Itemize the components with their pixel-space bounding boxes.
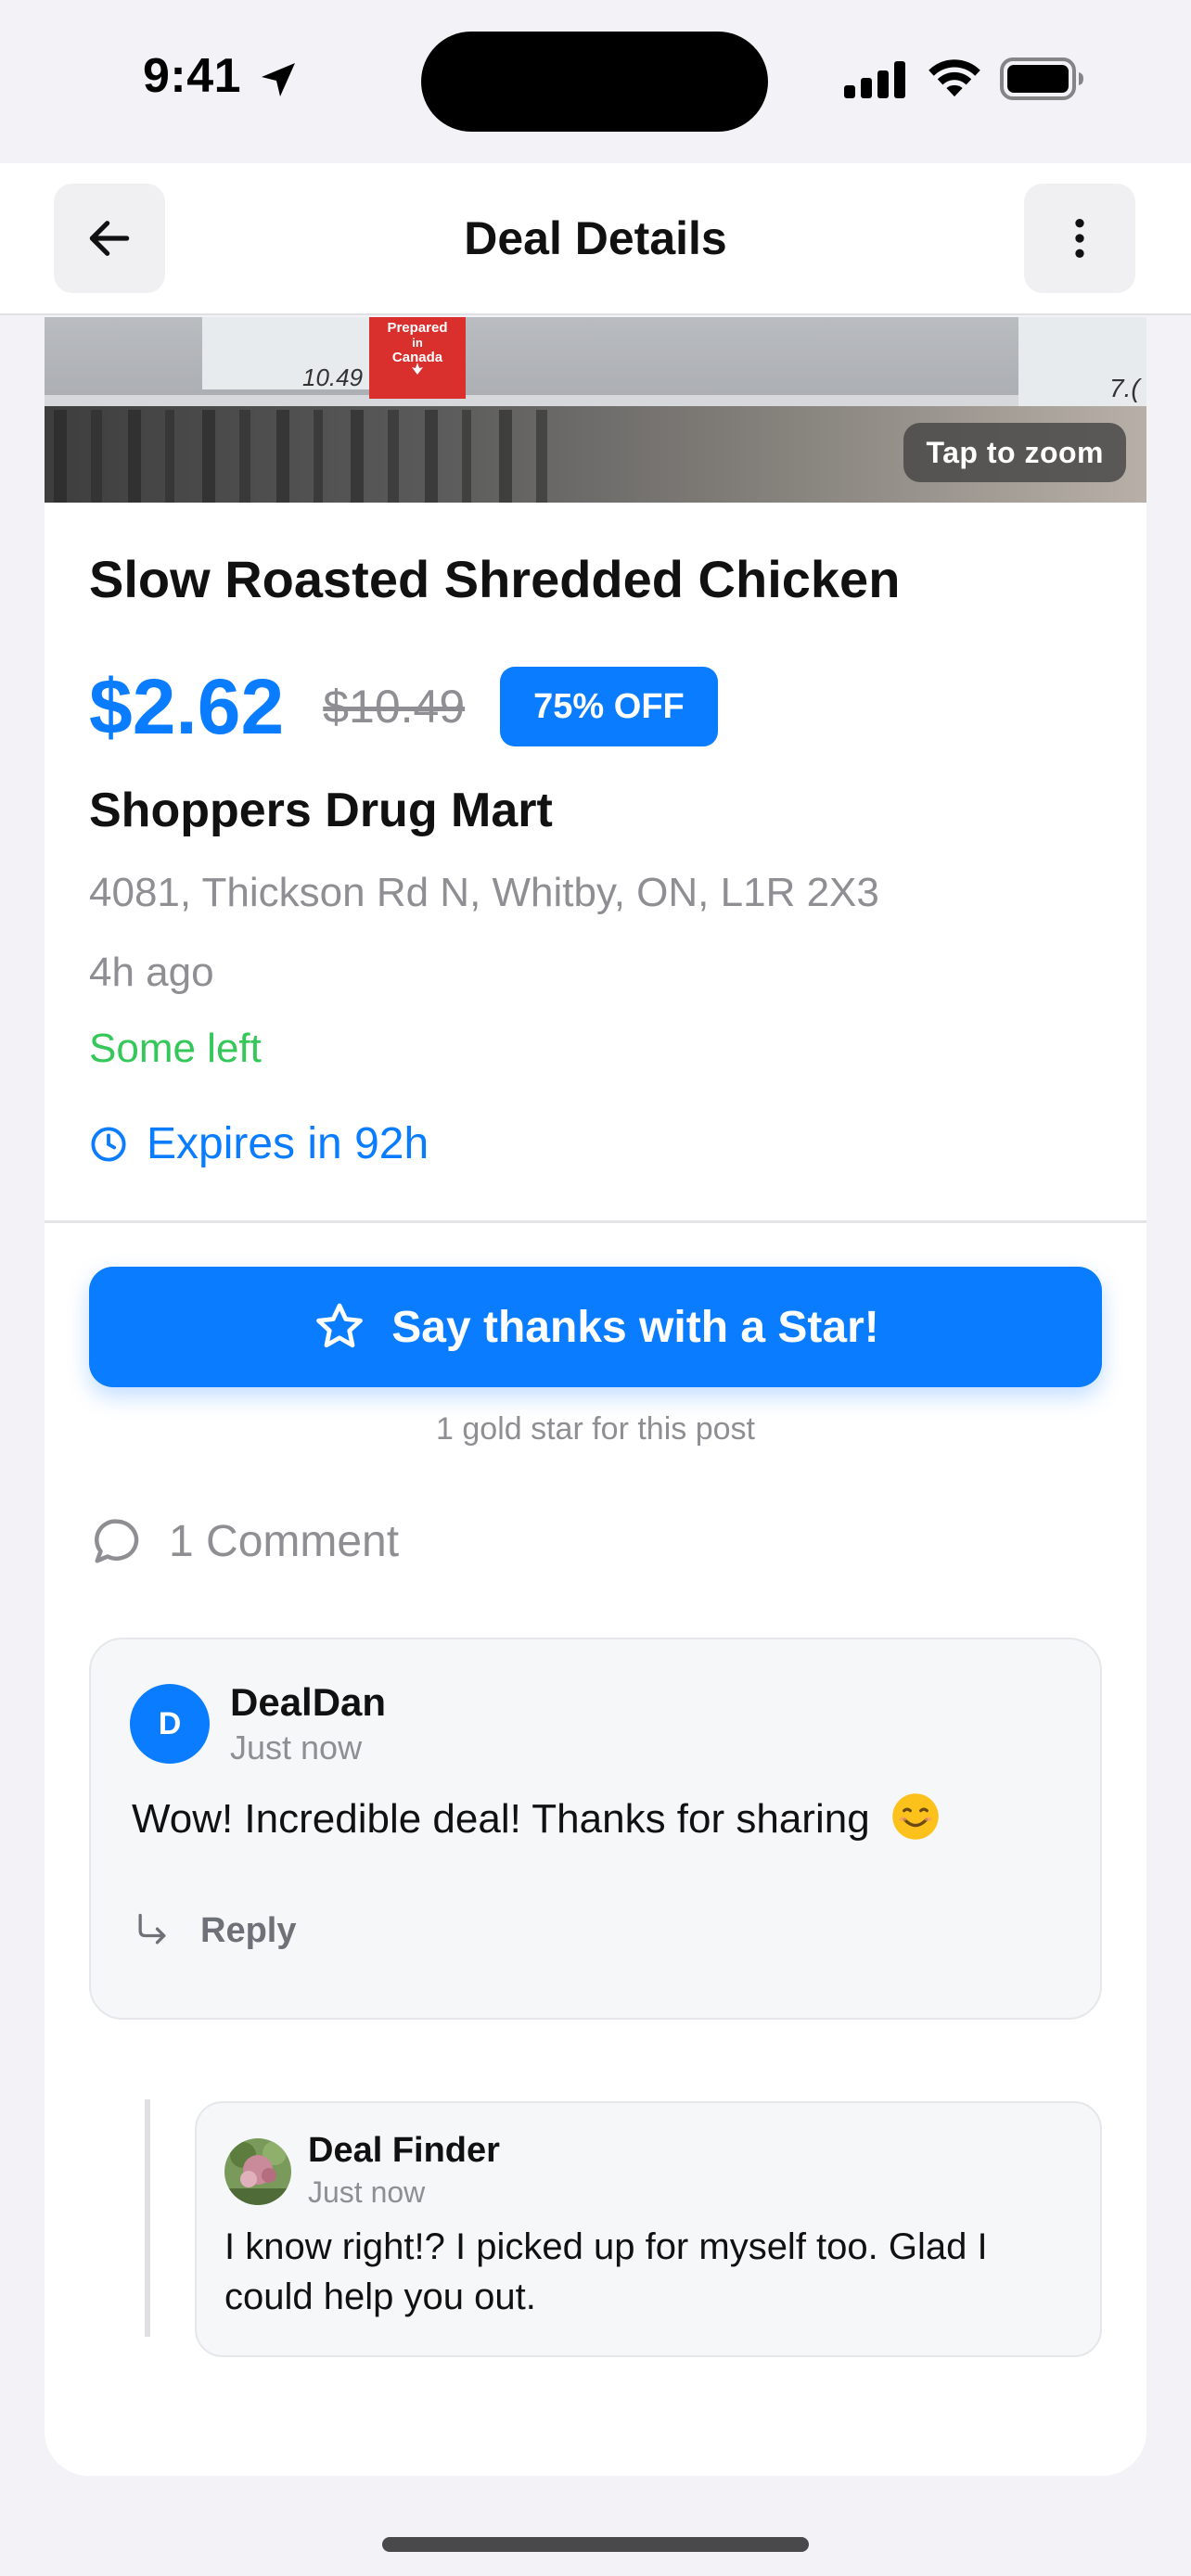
tag-price-right: 7.(: [1109, 374, 1142, 402]
cellular-signal-icon: [844, 61, 905, 98]
tag-canada-line1: Prepared: [387, 320, 447, 336]
location-arrow-icon: [262, 63, 295, 96]
reply-button[interactable]: Reply: [132, 1910, 296, 1951]
dynamic-island: [421, 32, 768, 132]
expiry-text: Expires in 92h: [147, 1119, 429, 1168]
nav-bar: Deal Details: [0, 163, 1191, 315]
price-row: $2.62 $10.49 75% OFF: [89, 651, 718, 762]
battery-icon: [1000, 57, 1083, 100]
star-button-label: Say thanks with a Star!: [391, 1302, 879, 1352]
avatar[interactable]: [224, 2138, 291, 2205]
reply-text: I know right!? I picked up for myself to…: [224, 2226, 988, 2317]
deal-card: 10.49 Prepared in Canada 7.( Tap to zoom…: [45, 317, 1146, 2476]
store-address[interactable]: 4081, Thickson Rd N, Whitby, ON, L1R 2X3: [89, 870, 879, 916]
comments-heading: 1 Comment: [89, 1513, 399, 1569]
tap-to-zoom-badge[interactable]: Tap to zoom: [903, 423, 1126, 482]
reply-card: Deal Finder Just now I know right!? I pi…: [195, 2101, 1102, 2357]
comment-bubble-icon: [95, 1519, 139, 1563]
page-title: Deal Details: [464, 212, 727, 264]
tag-canada-line3: Canada: [392, 350, 443, 365]
discount-badge: 75% OFF: [500, 667, 718, 746]
comments-count: 1 Comment: [169, 1516, 400, 1566]
smiling-face-emoji-icon: [892, 1793, 939, 1840]
more-vertical-icon: [1075, 219, 1084, 258]
more-options-button[interactable]: [1024, 184, 1135, 293]
reply-time: Just now: [308, 2175, 426, 2209]
star-outline-icon: [316, 1303, 364, 1348]
say-thanks-star-button[interactable]: Say thanks with a Star!: [89, 1267, 1102, 1387]
clock-icon: [91, 1126, 126, 1162]
reply-label: Reply: [200, 1910, 297, 1950]
posted-time: 4h ago: [89, 950, 214, 995]
avatar-photo-image: [224, 2138, 291, 2205]
home-indicator[interactable]: [382, 2537, 809, 2552]
avatar[interactable]: D: [130, 1684, 210, 1764]
comment-text: Wow! Incredible deal! Thanks for sharing: [132, 1796, 870, 1842]
reply-author[interactable]: Deal Finder: [308, 2131, 500, 2171]
expiry-row: Expires in 92h: [89, 1118, 429, 1169]
thread-line: [145, 2099, 150, 2337]
deal-title: Slow Roasted Shredded Chicken: [89, 550, 901, 608]
star-count-note: 1 gold star for this post: [436, 1411, 755, 1447]
deal-photo[interactable]: 10.49 Prepared in Canada 7.( Tap to zoom: [45, 317, 1146, 503]
status-bar: 9:41: [0, 0, 1191, 163]
comment-card: D DealDan Just now Wow! Incredible deal!…: [89, 1638, 1102, 2020]
original-price: $10.49: [323, 681, 466, 733]
comment-time: Just now: [230, 1728, 363, 1766]
tag-canada-line2: in: [412, 336, 423, 350]
comment-author[interactable]: DealDan: [230, 1680, 386, 1725]
divider: [45, 1220, 1146, 1223]
status-time: 9:41: [143, 49, 242, 103]
deal-price: $2.62: [89, 662, 285, 750]
comment-text-row: Wow! Incredible deal! Thanks for sharing: [132, 1792, 941, 1843]
store-name[interactable]: Shoppers Drug Mart: [89, 783, 553, 838]
stock-status: Some left: [89, 1026, 262, 1071]
reply-arrow-icon: [138, 1913, 166, 1945]
tag-price-left: 10.49: [302, 363, 363, 391]
wifi-icon: [928, 59, 980, 97]
